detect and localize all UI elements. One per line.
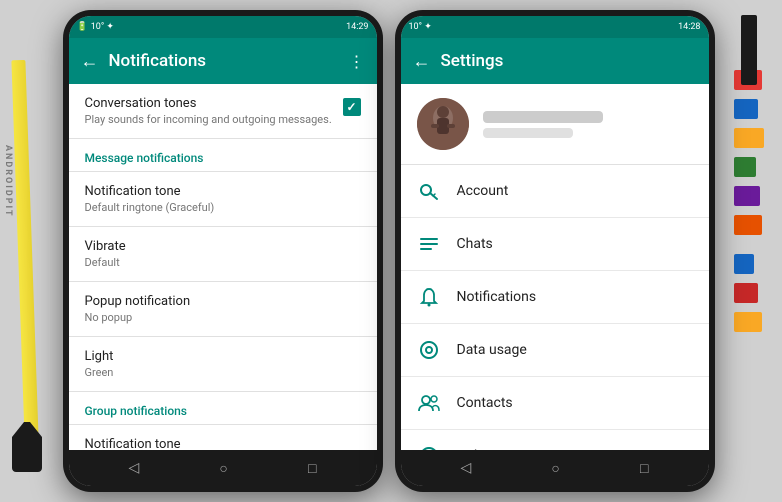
popup-notification-subtitle: No popup xyxy=(85,311,361,324)
chats-label: Chats xyxy=(457,236,493,252)
block-green xyxy=(734,157,756,177)
settings-menu-chats[interactable]: Chats xyxy=(401,218,709,271)
notifications-icon xyxy=(417,285,441,309)
phone-1-status-bar: 🔋 10° ✦ 14:29 xyxy=(69,16,377,38)
vibrate-title: Vibrate xyxy=(85,239,361,254)
phone-1-status-right: 14:29 xyxy=(346,22,368,32)
data-usage-label: Data usage xyxy=(457,342,527,358)
phone-2-app-bar: ← Settings xyxy=(401,38,709,84)
setting-conversation-tones[interactable]: Conversation tones Play sounds for incom… xyxy=(69,84,377,139)
phone-1-status-left: 🔋 10° ✦ xyxy=(77,22,114,32)
setting-light[interactable]: Light Green xyxy=(69,337,377,392)
setting-popup-notification[interactable]: Popup notification No popup xyxy=(69,282,377,337)
message-notifications-header: Message notifications xyxy=(69,139,377,172)
androidpit-watermark: ANDROIDPIT xyxy=(3,145,13,218)
phone-1-time: 14:29 xyxy=(346,22,368,32)
phone-2-back-nav[interactable]: ◁ xyxy=(461,460,472,476)
profile-name-blurred xyxy=(483,111,603,123)
data-icon xyxy=(419,340,439,360)
account-label: Account xyxy=(457,183,509,199)
phone-1-back-button[interactable]: ← xyxy=(81,51,99,72)
contacts-icon xyxy=(417,391,441,415)
vibrate-subtitle: Default xyxy=(85,256,361,269)
profile-status-blurred xyxy=(483,128,573,138)
phone-2-time: 14:28 xyxy=(678,22,700,32)
phone-1-screen: 🔋 10° ✦ 14:29 ← Notifications ⋮ xyxy=(69,16,377,486)
profile-avatar xyxy=(417,98,469,150)
contacts-label: Contacts xyxy=(457,395,513,411)
notification-tone-subtitle: Default ringtone (Graceful) xyxy=(85,201,361,214)
account-icon xyxy=(417,179,441,203)
settings-menu-contacts[interactable]: Contacts xyxy=(401,377,709,430)
avatar-image xyxy=(417,98,469,150)
phone-1-home-nav[interactable]: ○ xyxy=(219,460,227,477)
key-icon xyxy=(419,181,439,201)
phone-2-home-nav[interactable]: ○ xyxy=(551,460,559,477)
popup-notification-title: Popup notification xyxy=(85,294,361,309)
block-orange xyxy=(734,215,762,235)
phone-1-app-bar: ← Notifications ⋮ xyxy=(69,38,377,84)
phone-1-recents-nav[interactable]: □ xyxy=(308,460,316,477)
block-red2 xyxy=(734,283,758,303)
phone-2-screen: 10° ✦ 14:28 ← Settings xyxy=(401,16,709,486)
light-title: Light xyxy=(85,349,361,364)
block-yellow2 xyxy=(734,312,762,332)
phone-1-bottom-nav: ◁ ○ □ xyxy=(69,450,377,486)
bell-icon xyxy=(419,287,439,307)
setting-vibrate[interactable]: Vibrate Default xyxy=(69,227,377,282)
settings-menu-data-usage[interactable]: Data usage xyxy=(401,324,709,377)
phone-2-content: Account Chats xyxy=(401,84,709,450)
conversation-tones-checkbox[interactable] xyxy=(343,98,361,116)
phone-2-bottom-nav: ◁ ○ □ xyxy=(401,450,709,486)
phone-1-title: Notifications xyxy=(109,51,339,71)
phone-2-back-button[interactable]: ← xyxy=(413,51,431,72)
phone-2-status-right: 14:28 xyxy=(678,22,700,32)
phone-2-title: Settings xyxy=(441,51,697,71)
group-notification-tone-title: Notification tone xyxy=(85,437,361,450)
block-blue xyxy=(734,99,758,119)
conversation-tones-subtitle: Play sounds for incoming and outgoing me… xyxy=(85,113,332,126)
phone-1: 🔋 10° ✦ 14:29 ← Notifications ⋮ xyxy=(63,10,383,492)
conversation-tones-title: Conversation tones xyxy=(85,96,332,111)
phone-1-back-nav[interactable]: ◁ xyxy=(129,460,140,476)
phone-2: 10° ✦ 14:28 ← Settings xyxy=(395,10,715,492)
binder-clip-right xyxy=(741,15,757,85)
block-yellow xyxy=(734,128,764,148)
notifications-label: Notifications xyxy=(457,289,537,305)
light-subtitle: Green xyxy=(85,366,361,379)
data-usage-icon xyxy=(417,338,441,362)
contacts-svg-icon xyxy=(418,394,440,412)
phone-2-status-bar: 10° ✦ 14:28 xyxy=(401,16,709,38)
phone-2-status-text: 10° ✦ xyxy=(409,22,432,32)
phone-2-status-left: 10° ✦ xyxy=(409,22,432,32)
binder-clip-left xyxy=(12,422,42,472)
block-purple xyxy=(734,186,760,206)
settings-menu-notifications[interactable]: Notifications xyxy=(401,271,709,324)
settings-menu-help[interactable]: ? Help xyxy=(401,430,709,450)
phone-1-content: Conversation tones Play sounds for incom… xyxy=(69,84,377,450)
setting-notification-tone[interactable]: Notification tone Default ringtone (Grac… xyxy=(69,172,377,227)
color-blocks-decoration xyxy=(734,70,764,336)
block-blue2 xyxy=(734,254,754,274)
profile-info xyxy=(483,111,693,138)
phone-2-recents-nav[interactable]: □ xyxy=(640,460,648,477)
notification-tone-title: Notification tone xyxy=(85,184,361,199)
settings-profile[interactable] xyxy=(401,84,709,165)
phone-1-more-button[interactable]: ⋮ xyxy=(349,52,365,71)
setting-group-notification-tone[interactable]: Notification tone Default ringtone (Grac… xyxy=(69,425,377,450)
chats-icon xyxy=(417,232,441,256)
conversation-tones-text: Conversation tones Play sounds for incom… xyxy=(85,96,332,126)
chat-icon xyxy=(419,234,439,254)
phone-1-status-text: 10° ✦ xyxy=(91,22,114,32)
phone-1-signal-icons: 🔋 xyxy=(77,22,88,32)
settings-menu-account[interactable]: Account xyxy=(401,165,709,218)
group-notifications-header: Group notifications xyxy=(69,392,377,425)
phones-wrapper: 🔋 10° ✦ 14:29 ← Notifications ⋮ xyxy=(50,10,727,492)
